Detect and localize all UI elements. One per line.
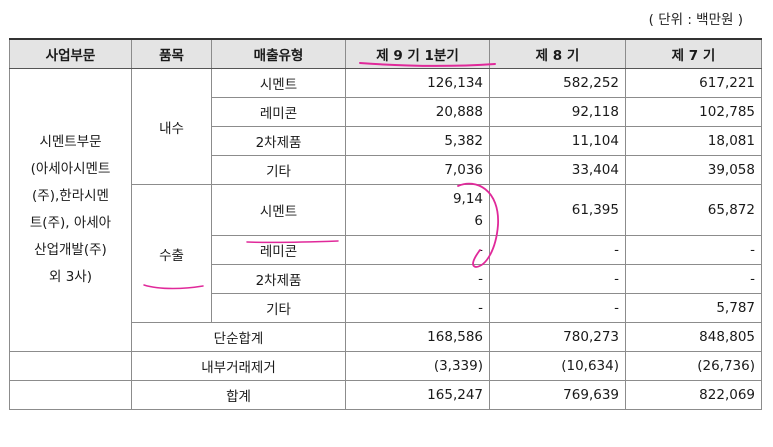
value-line: 6: [474, 213, 483, 229]
value-cell: 168,586: [345, 322, 490, 352]
group-domestic: 내수: [131, 68, 212, 185]
value-cell: -: [489, 264, 626, 294]
total-label: 단순합계: [131, 322, 346, 352]
sales-table: 사업부문 품목 매출유형 제 9 기 1분기 제 8 기 제 7 기 시멘트부문…: [9, 38, 762, 410]
value-cell: (26,736): [625, 351, 762, 381]
unit-note: ( 단위 : 백만원 ): [648, 12, 743, 28]
value-cell: 582,252: [489, 68, 626, 98]
value-cell: 822,069: [625, 380, 762, 410]
value-cell: 61,395: [489, 184, 626, 236]
sales-type-cell: 2차제품: [211, 126, 346, 156]
value-cell: -: [345, 235, 490, 265]
header-period-7: 제 7 기: [625, 38, 762, 69]
header-sales-type: 매출유형: [211, 38, 346, 69]
segment-line: 산업개발(주): [34, 242, 107, 258]
header-segment: 사업부문: [9, 38, 132, 69]
value-cell: 5,787: [625, 293, 762, 323]
segment-line: 트(주), 아세아: [29, 215, 112, 231]
value-cell: -: [489, 293, 626, 323]
value-cell: 102,785: [625, 97, 762, 127]
value-cell: 11,104: [489, 126, 626, 156]
value-cell: -: [345, 264, 490, 294]
sales-type-cell: 기타: [211, 155, 346, 185]
value-cell: 7,036: [345, 155, 490, 185]
header-row: 사업부문 품목 매출유형 제 9 기 1분기 제 8 기 제 7 기: [9, 38, 762, 69]
sales-type-cell: 시멘트: [211, 184, 346, 236]
value-cell: 5,382: [345, 126, 490, 156]
header-period-9-q1: 제 9 기 1분기: [345, 38, 490, 69]
segment-cell: 시멘트부문 (아세아시멘트 (주),한라시멘 트(주), 아세아 산업개발(주)…: [9, 68, 132, 352]
value-cell: -: [625, 264, 762, 294]
value-cell: 126,134: [345, 68, 490, 98]
value-cell: 39,058: [625, 155, 762, 185]
sales-type-cell: 기타: [211, 293, 346, 323]
sales-type-cell: 레미콘: [211, 97, 346, 127]
value-cell: 92,118: [489, 97, 626, 127]
segment-line: (주),한라시멘: [32, 188, 109, 204]
value-cell: 617,221: [625, 68, 762, 98]
value-cell: -: [625, 235, 762, 265]
sales-type-cell: 2차제품: [211, 264, 346, 294]
value-cell: 769,639: [489, 380, 626, 410]
segment-cell-empty: [9, 351, 132, 381]
value-cell: -: [345, 293, 490, 323]
sales-type-cell: 시멘트: [211, 68, 346, 98]
segment-line: 시멘트부문: [39, 134, 102, 150]
value-cell: (3,339): [345, 351, 490, 381]
segment-cell-empty: [9, 380, 132, 410]
value-cell: 848,805: [625, 322, 762, 352]
segment-line: 외 3사): [49, 269, 92, 285]
total-row: 내부거래제거 (3,339) (10,634) (26,736): [9, 351, 762, 381]
value-cell: 33,404: [489, 155, 626, 185]
segment-line: (아세아시멘트: [30, 161, 111, 177]
value-cell: (10,634): [489, 351, 626, 381]
value-cell: -: [489, 235, 626, 265]
total-row: 합계 165,247 769,639 822,069: [9, 380, 762, 410]
value-cell: 780,273: [489, 322, 626, 352]
total-label: 내부거래제거: [131, 351, 346, 381]
table-row: 시멘트부문 (아세아시멘트 (주),한라시멘 트(주), 아세아 산업개발(주)…: [9, 68, 762, 352]
value-line: 9,14: [452, 191, 483, 207]
value-cell: 65,872: [625, 184, 762, 236]
total-label: 합계: [131, 380, 346, 410]
value-cell: 20,888: [345, 97, 490, 127]
group-export: 수출: [131, 184, 212, 323]
value-cell: 18,081: [625, 126, 762, 156]
header-period-8: 제 8 기: [489, 38, 626, 69]
sales-type-cell: 레미콘: [211, 235, 346, 265]
value-cell: 165,247: [345, 380, 490, 410]
value-cell-wrapped: 9,14 6: [345, 184, 490, 236]
header-item: 품목: [131, 38, 212, 69]
